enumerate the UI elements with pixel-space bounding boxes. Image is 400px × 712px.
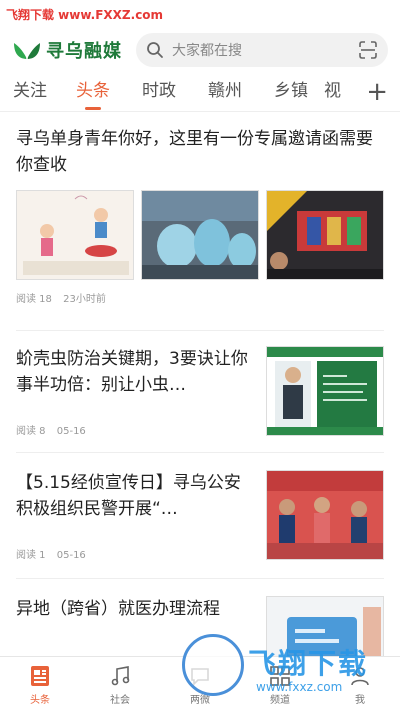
divider — [16, 578, 384, 579]
article-card[interactable]: 寻乌单身青年你好，这里有一份专属邀请函需要你查收 阅读 18 23小时前 — [16, 126, 384, 305]
leaf-logo-icon — [14, 43, 40, 59]
article-title: 异地（跨省）就医办理流程 — [16, 599, 220, 619]
watermark-logo: 飞翔下载 www.fxxz.com — [182, 634, 392, 706]
read-count: 阅读 18 — [16, 294, 52, 305]
nav-society[interactable]: 社会 — [80, 657, 160, 712]
article-meta: 阅读 1 05-16 — [16, 546, 94, 561]
tab-towns[interactable]: 乡镇 — [258, 76, 324, 112]
watermark-text: 飞翔下载 www.FXXZ.com — [6, 8, 164, 22]
article-card[interactable]: 蚧壳虫防治关键期，3要诀让你事半功倍：别让小虫… 阅读 8 05-16 — [16, 346, 384, 440]
article-image — [266, 470, 384, 560]
tab-video[interactable]: 视 — [324, 76, 342, 112]
agri-expert-image — [267, 347, 383, 435]
nav-label: 头条 — [30, 694, 50, 706]
glass-jars-image — [142, 191, 258, 279]
article-image — [266, 190, 384, 280]
publish-time: 05-16 — [56, 550, 86, 561]
scan-icon[interactable] — [358, 40, 378, 60]
event-booth-image — [267, 191, 383, 279]
divider — [16, 330, 384, 331]
document-icon — [31, 665, 49, 686]
cartoon-couple-image — [17, 191, 133, 279]
channel-tabs: 关注 头条 时政 赣州 乡镇 视 + — [0, 76, 400, 112]
tab-headlines[interactable]: 头条 — [60, 76, 126, 112]
publish-time: 05-16 — [56, 426, 86, 437]
police-outreach-image — [267, 471, 383, 559]
article-image — [16, 190, 134, 280]
article-image — [141, 190, 259, 280]
nav-label: 社会 — [110, 694, 130, 706]
app-header: 寻乌融媒 大家都在搜 — [0, 28, 400, 72]
tab-politics[interactable]: 时政 — [126, 76, 192, 112]
divider — [16, 452, 384, 453]
article-title: 蚧壳虫防治关键期，3要诀让你事半功倍：别让小虫… — [16, 349, 248, 395]
read-count: 阅读 8 — [16, 426, 46, 437]
app-name: 寻乌融媒 — [46, 41, 122, 62]
article-meta: 阅读 8 05-16 — [16, 422, 94, 437]
watermark-circle-icon — [182, 634, 244, 696]
article-meta: 阅读 18 23小时前 — [16, 290, 384, 305]
app-logo: 寻乌融媒 — [12, 37, 122, 63]
publish-time: 23小时前 — [63, 294, 106, 305]
watermark-title: 飞翔下载 — [248, 647, 369, 680]
music-note-icon — [111, 665, 130, 685]
watermark-url: www.fxxz.com — [256, 680, 343, 694]
article-title: 寻乌单身青年你好，这里有一份专属邀请函需要你查收 — [16, 129, 373, 175]
add-channel-icon[interactable]: + — [366, 78, 388, 106]
search-bar[interactable]: 大家都在搜 — [136, 33, 388, 67]
tab-follow[interactable]: 关注 — [0, 76, 60, 112]
article-image — [266, 346, 384, 436]
search-placeholder: 大家都在搜 — [172, 43, 242, 59]
read-count: 阅读 1 — [16, 550, 46, 561]
search-icon — [147, 42, 163, 58]
nav-headlines[interactable]: 头条 — [0, 657, 80, 712]
article-title: 【5.15经侦宣传日】寻乌公安积极组织民警开展“… — [16, 473, 241, 519]
tab-ganzhou[interactable]: 赣州 — [192, 76, 258, 112]
article-card[interactable]: 【5.15经侦宣传日】寻乌公安积极组织民警开展“… 阅读 1 05-16 — [16, 470, 384, 564]
